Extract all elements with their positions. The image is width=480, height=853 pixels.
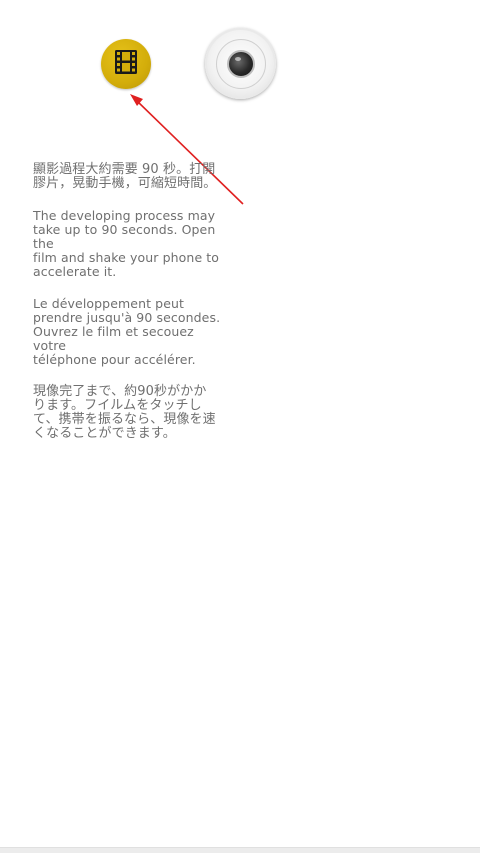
camera-shutter-button[interactable] [205,28,276,99]
instruction-french: Le développement peut prendre jusqu'à 90… [33,296,221,367]
bottom-bar [0,847,480,853]
camera-lens-icon [226,49,255,78]
instruction-english: The developing process may take up to 90… [33,208,220,279]
camera-ring [215,38,266,89]
film-strip-icon [114,49,138,79]
instruction-chinese: 顯影過程大約需要 90 秒。打開 膠片，晃動手機，可縮短時間。 [33,162,217,191]
film-button[interactable] [101,39,151,89]
instructions-block: 顯影過程大約需要 90 秒。打開 膠片，晃動手機，可縮短時間。 The deve… [33,163,228,459]
instruction-japanese: 現像完了まで、約90秒がかか ります。フイルムをタッチし て、携帯を振るなら、現… [33,384,216,441]
